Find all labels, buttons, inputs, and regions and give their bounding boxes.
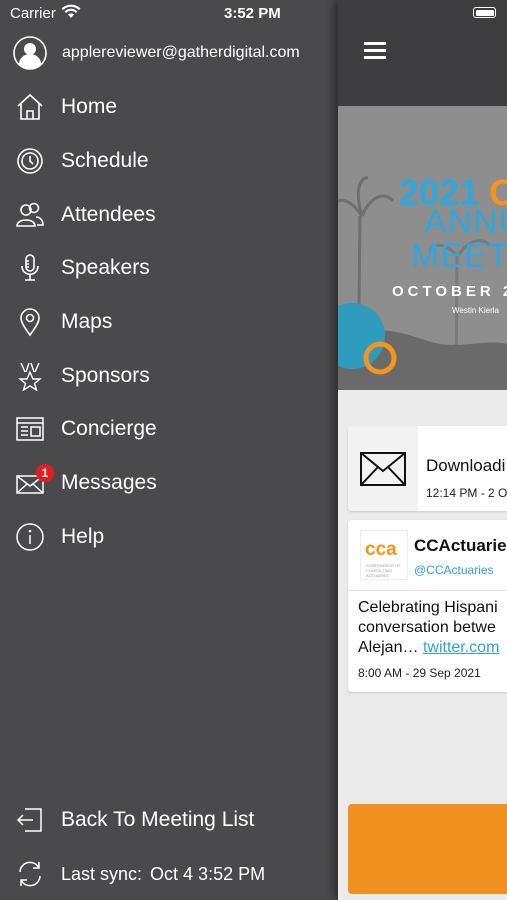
menu-item-speakers[interactable]: Speakers [13,248,150,288]
main-content-panel: 2021 C ANNU MEETI OCTOBER 2 Westin Kierl… [338,0,507,900]
menu-item-home[interactable]: Home [13,87,117,127]
back-to-meeting-list-label: Back To Meeting List [61,808,255,831]
envelope-icon [360,451,406,486]
user-email: applereviewer@gatherdigital.com [62,44,300,61]
download-card[interactable]: Downloadi 12:14 PM - 2 O [348,426,507,511]
last-sync-row[interactable]: Last sync: Oct 4 3:52 PM [13,854,265,894]
download-card-icon-box [348,426,418,511]
tweet-body-line-3-text: Alejan… [358,639,419,656]
last-sync-label: Last sync: [61,863,143,884]
tweet-body-line-3: Alejan… twitter.com [358,638,507,658]
unread-badge: 1 [36,464,54,482]
side-drawer: applereviewer@gatherdigital.com Home Sch… [0,0,338,900]
tweet-author-name: CCActuarie [414,536,507,555]
tweet-divider [348,590,507,591]
download-card-title: Downloadi [426,456,506,475]
back-to-meeting-list-button[interactable]: Back To Meeting List [13,800,254,840]
battery-icon [473,7,496,18]
banner-meeting-text: MEETI [411,237,507,275]
concierge-icon [13,412,47,446]
menu-label-concierge: Concierge [61,417,157,440]
exit-icon [13,803,47,837]
menu-item-concierge[interactable]: Concierge [13,409,157,449]
microphone-icon [13,251,47,285]
tweet-card[interactable]: cca CONFERENCE OF CONSULTING ACTUARIES C… [348,520,507,692]
menu-item-attendees[interactable]: Attendees [13,195,156,235]
map-pin-icon [13,305,47,339]
menu-label-sponsors: Sponsors [61,364,150,387]
hamburger-menu-icon[interactable] [364,42,386,60]
menu-label-home: Home [61,95,118,118]
menu-label-schedule: Schedule [61,149,149,172]
menu-item-schedule[interactable]: Schedule [13,141,149,181]
wifi-icon [61,4,81,23]
cca-logo-text: cca [365,539,397,560]
avatar-icon [13,36,47,70]
carrier-label: Carrier [10,5,56,22]
banner-date-text: OCTOBER 2 [392,283,507,300]
sync-icon [13,857,47,891]
home-icon [13,90,47,124]
menu-item-maps[interactable]: Maps [13,302,112,342]
people-icon [13,198,47,232]
tweet-author-handle[interactable]: @CCActuaries [414,563,494,577]
tweet-body: Celebrating Hispani conversation betwe A… [358,598,507,658]
menu-label-maps: Maps [61,310,113,333]
banner-venue-text: Westin Kierla [452,306,499,315]
cca-logo: cca CONFERENCE OF CONSULTING ACTUARIES [360,530,408,580]
envelope-icon: 1 [13,464,54,500]
tweet-link[interactable]: twitter.com [423,639,499,656]
menu-item-help[interactable]: Help [13,517,104,557]
menu-label-attendees: Attendees [61,203,156,226]
menu-item-sponsors[interactable]: Sponsors [13,356,150,396]
info-icon [13,520,47,554]
status-bar: Carrier 3:52 PM [0,0,507,28]
tweet-body-line-1: Celebrating Hispani [358,599,498,616]
menu-label-speakers: Speakers [61,256,150,279]
clock-time: 3:52 PM [224,5,281,22]
menu-label-help: Help [61,525,105,548]
tweet-body-line-2: conversation betwe [358,619,496,636]
tweet-time: 8:00 AM - 29 Sep 2021 [358,666,481,680]
last-sync-value: Oct 4 3:52 PM [150,863,266,884]
menu-label-messages: Messages [61,471,157,494]
orange-action-card[interactable] [348,804,507,894]
download-card-time: 12:14 PM - 2 O [426,486,507,500]
sponsor-star-icon [13,359,47,393]
user-account-row[interactable]: applereviewer@gatherdigital.com [13,36,300,70]
event-banner[interactable]: 2021 C ANNU MEETI OCTOBER 2 Westin Kierl… [338,106,507,390]
cca-logo-subtext: CONFERENCE OF CONSULTING ACTUARIES [366,563,401,578]
menu-item-messages[interactable]: 1 Messages [13,463,157,503]
clock-icon [13,144,47,178]
